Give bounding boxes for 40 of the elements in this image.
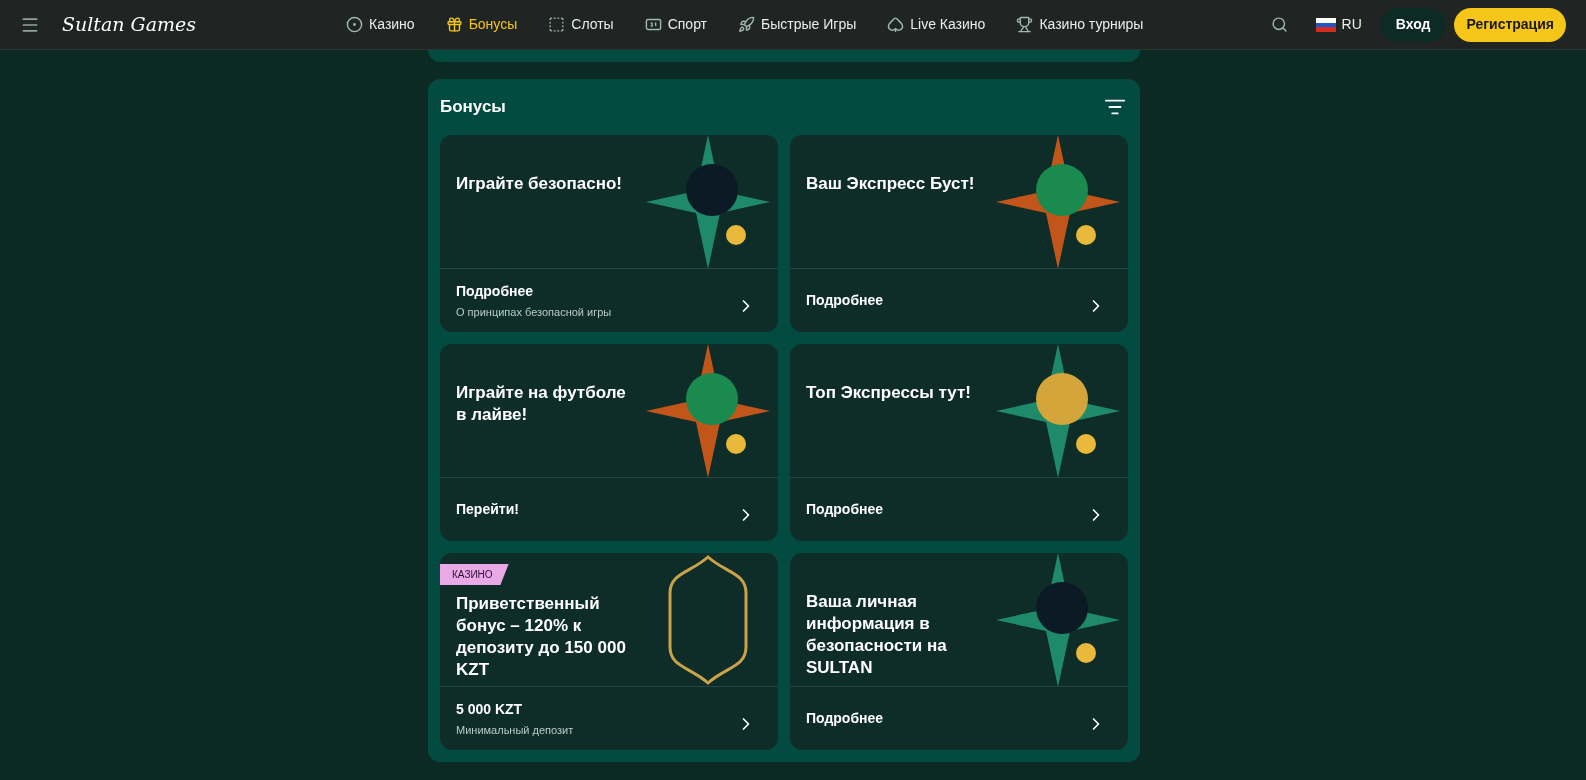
card-link-text: Подробнее (806, 291, 884, 310)
card-subtitle: О принципах безопасной игры (456, 304, 612, 320)
chip-icon (346, 16, 364, 33)
search-icon[interactable] (1270, 16, 1288, 33)
promo-card[interactable]: Ваш Экспресс Буст! Подробнее (790, 135, 1128, 332)
card-subtitle: Минимальный депозит (456, 722, 574, 738)
card-link-text: Подробнее (806, 500, 884, 519)
card-title: Играйте безопасно! (456, 173, 623, 195)
nav-link[interactable]: Казино турниры (1016, 14, 1144, 35)
scoreboard-icon (644, 16, 662, 33)
login-button[interactable]: Вход (1379, 7, 1447, 42)
card-link-text: 5 000 KZT (456, 699, 524, 719)
section-title: Бонусы (440, 96, 506, 119)
gift-icon (445, 16, 463, 33)
language-selector[interactable]: RU (1315, 14, 1362, 35)
nav-link[interactable]: Быстрые Игры (738, 14, 857, 35)
nav-link[interactable]: Бонусы (445, 14, 518, 35)
promo-card[interactable]: Играйте безопасно! Подробнее О принципах безопасной игры (440, 135, 778, 332)
rocket-icon (738, 16, 756, 33)
flag-icon (1315, 17, 1336, 32)
category-tag: КАЗИНО (440, 564, 509, 585)
card-link-text: Перейти! (456, 500, 519, 519)
card-title: Ваша личная информация в безопасности на SULTAN (806, 591, 948, 679)
card-title: Ваш Экспресс Буст! (806, 173, 976, 195)
promo-card[interactable]: Ваша личная информация в безопасности на SULTAN Подробнее (790, 553, 1128, 750)
promo-card[interactable]: КАЗИНО Приветственный бонус – 120% к депозиту до 150 000 KZT 5 000 KZT Минимальный депозит (440, 553, 778, 750)
trophy-icon (1016, 16, 1034, 33)
nav-link[interactable]: Live Казино (887, 14, 986, 35)
promo-card[interactable]: Топ Экспрессы тут! Подробнее (790, 344, 1128, 541)
card-title: Приветственный бонус – 120% к депозиту до 150 000 KZT (456, 593, 627, 681)
logo[interactable]: Sultan Games (62, 10, 197, 39)
card-title: Топ Экспрессы тут! (806, 382, 972, 404)
nav-link[interactable]: Казино (346, 14, 415, 35)
nav-link[interactable]: Слоты (548, 14, 614, 35)
promo-card[interactable]: Играйте на футболе в лайве! Перейти! (440, 344, 778, 541)
card-link-text: Подробнее (456, 281, 535, 301)
nav-link[interactable]: Спорт (644, 14, 708, 35)
card-title: Играйте на футболе в лайве! (456, 382, 627, 426)
register-button[interactable]: Регистрация (1454, 7, 1566, 42)
card-link-text: Подробнее (806, 709, 884, 728)
